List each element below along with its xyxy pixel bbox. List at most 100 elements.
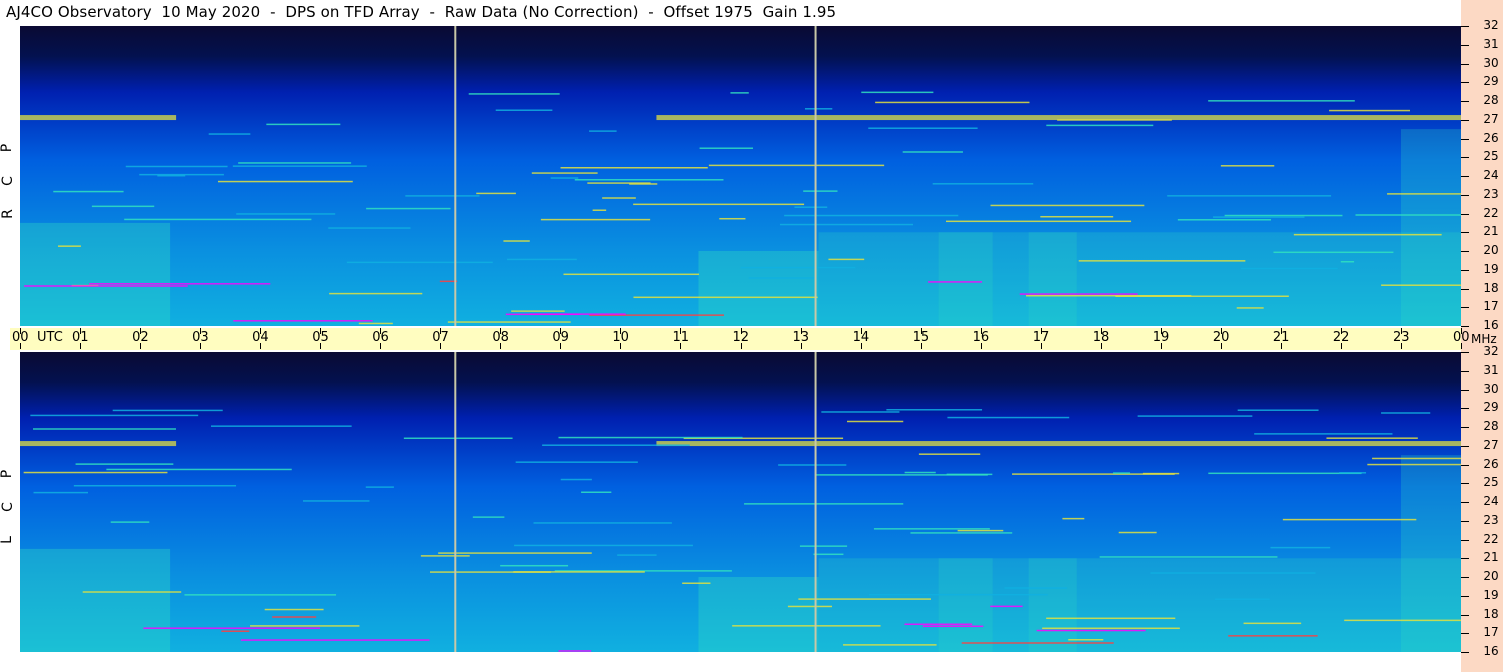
frequency-tick-label: 21: [1483, 550, 1499, 565]
carrier-line: [886, 409, 983, 411]
utc-tick-mark: [320, 343, 322, 349]
carrier-line: [221, 630, 250, 632]
carrier-line: [250, 625, 360, 627]
frequency-tick: [1461, 464, 1469, 466]
frequency-tick: [1461, 502, 1469, 503]
carrier-line: [1208, 100, 1355, 102]
carrier-line: [1026, 294, 1192, 297]
noise-patch: [1400, 129, 1461, 326]
carrier-line: [542, 444, 690, 446]
frequency-tick-label: 16: [1483, 644, 1499, 658]
carrier-line: [563, 273, 700, 276]
utc-tick-mark: [20, 343, 21, 349]
frequency-tick: [1461, 427, 1469, 428]
utc-tick-mark: [560, 343, 562, 349]
utc-tick-mark: [1400, 343, 1402, 349]
utc-tick-mark: [500, 328, 502, 334]
carrier-line: [910, 532, 1013, 534]
carrier-line: [503, 240, 530, 242]
interference-band: [20, 441, 177, 447]
carrier-line: [928, 281, 983, 283]
carrier-line: [1381, 284, 1461, 286]
carrier-line: [53, 190, 124, 193]
carrier-line: [873, 528, 990, 530]
carrier-line: [1240, 267, 1338, 270]
utc-tick-mark: [1100, 343, 1102, 349]
carrier-line: [89, 283, 271, 285]
frequency-tick-label: 17: [1483, 299, 1499, 314]
carrier-line: [1273, 251, 1394, 254]
carrier-line: [847, 420, 904, 423]
frequency-tick: [1461, 408, 1469, 410]
frequency-tick: [1461, 82, 1469, 84]
carrier-line: [157, 174, 186, 177]
carrier-line: [589, 130, 617, 132]
frequency-tick-label: 22: [1483, 531, 1499, 546]
frequency-tick: [1461, 307, 1469, 309]
frequency-tick: [1461, 26, 1469, 27]
noise-patch: [698, 577, 819, 652]
frequency-tick-label: 32: [1483, 18, 1499, 32]
carrier-line: [447, 321, 571, 323]
carrier-line: [1036, 629, 1146, 632]
utc-tick-mark: [740, 343, 742, 349]
carrier-line: [112, 409, 223, 412]
frequency-tick: [1461, 652, 1469, 653]
carrier-line: [581, 491, 612, 494]
carrier-line: [420, 555, 470, 557]
carrier-line: [184, 594, 337, 596]
carrier-line: [1339, 472, 1367, 474]
utc-tick-mark: [800, 328, 802, 334]
utc-tick-mark: [80, 343, 82, 349]
noise-patch: [1400, 455, 1461, 652]
carrier-line: [1228, 635, 1318, 637]
carrier-line: [264, 608, 324, 611]
carrier-line: [1372, 457, 1461, 460]
frequency-tick-label: 21: [1483, 224, 1499, 239]
frequency-tick: [1461, 614, 1469, 616]
carrier-line: [778, 464, 847, 466]
carrier-line: [211, 425, 352, 427]
carrier-line: [1078, 260, 1246, 262]
frequency-tick: [1461, 483, 1469, 485]
carrier-line: [945, 220, 1132, 223]
carrier-line: [403, 437, 513, 440]
spectrogram-svg: [20, 352, 1461, 652]
carrier-line: [495, 109, 553, 111]
carrier-line: [922, 625, 984, 628]
chart-title: AJ4CO Observatory 10 May 2020 - DPS on T…: [6, 3, 837, 21]
utc-tick-mark: [260, 328, 262, 334]
carrier-line: [558, 436, 743, 439]
carrier-line: [1040, 215, 1114, 218]
rcp-spectrogram: [20, 26, 1461, 326]
carrier-line: [550, 177, 579, 179]
utc-tick-mark: [200, 328, 202, 334]
carrier-line: [1340, 260, 1355, 263]
frequency-tick: [1461, 269, 1469, 271]
frequency-tick-label: 20: [1483, 243, 1499, 257]
frequency-tick: [1461, 194, 1469, 196]
frequency-tick-label: 25: [1483, 475, 1499, 490]
carrier-line: [682, 582, 711, 584]
noise-patch: [938, 558, 993, 652]
carrier-line: [1243, 622, 1302, 625]
frequency-tick-label: 26: [1483, 130, 1499, 145]
carrier-line: [540, 218, 651, 221]
carrier-line: [946, 473, 993, 476]
carrier-line: [236, 213, 336, 215]
carrier-line: [438, 552, 592, 554]
carrier-line: [861, 91, 934, 94]
carrier-line: [1236, 307, 1264, 309]
frequency-tick-label: 17: [1483, 625, 1499, 640]
carrier-line: [515, 461, 638, 463]
utc-tick-mark: [440, 328, 442, 334]
carrier-line: [708, 164, 885, 167]
carrier-line: [1237, 409, 1319, 411]
utc-tick-mark: [380, 328, 382, 334]
frequency-tick-label: 16: [1483, 318, 1499, 332]
utc-marker-line: [454, 352, 457, 652]
carrier-line: [365, 486, 394, 488]
carrier-line: [1326, 437, 1418, 439]
carrier-line: [779, 223, 913, 226]
frequency-tick: [1461, 63, 1469, 65]
